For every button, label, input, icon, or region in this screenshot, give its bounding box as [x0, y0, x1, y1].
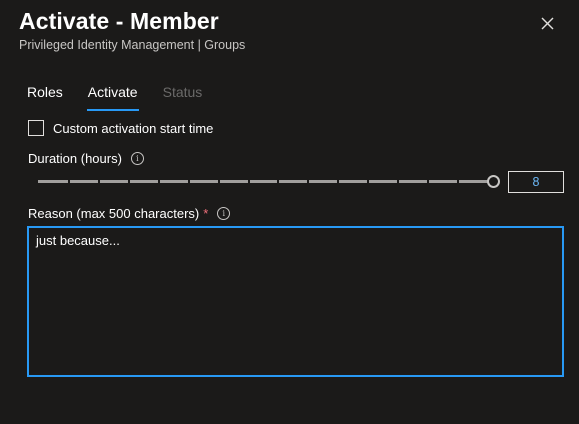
close-icon [541, 17, 554, 30]
reason-textarea[interactable]: just because... [27, 226, 564, 377]
slider-notch [247, 180, 250, 183]
reason-info-icon[interactable]: i [217, 207, 231, 220]
slider-thumb[interactable] [487, 175, 500, 188]
slider-notch [397, 180, 400, 183]
slider-notch [277, 180, 280, 183]
duration-info-icon[interactable]: i [130, 152, 144, 165]
duration-label-row: Duration (hours) i [28, 151, 144, 166]
reason-label-row: Reason (max 500 characters) * i [28, 206, 231, 221]
reason-label: Reason (max 500 characters) [28, 206, 200, 221]
slider-notches [38, 180, 500, 183]
slider-notch [67, 180, 70, 183]
custom-start-label: Custom activation start time [53, 120, 214, 136]
slider-notch [187, 180, 190, 183]
required-asterisk: * [203, 206, 209, 221]
slider-notch [457, 180, 460, 183]
tab-roles[interactable]: Roles [27, 84, 63, 108]
close-button[interactable] [538, 14, 558, 34]
duration-label: Duration (hours) [28, 151, 122, 166]
slider-notch [97, 180, 100, 183]
custom-start-checkbox[interactable] [28, 120, 44, 136]
activate-member-panel: Activate - Member Privileged Identity Ma… [0, 0, 579, 424]
tab-status: Status [162, 84, 203, 100]
panel-title: Activate - Member [19, 8, 219, 34]
slider-notch [367, 180, 370, 183]
duration-input[interactable]: 8 [508, 171, 564, 193]
custom-start-row: Custom activation start time [28, 120, 213, 136]
duration-slider[interactable] [38, 175, 500, 189]
slider-notch [337, 180, 340, 183]
tab-activate[interactable]: Activate [86, 84, 139, 111]
slider-notch [217, 180, 220, 183]
slider-notch [127, 180, 130, 183]
slider-notch [307, 180, 310, 183]
slider-notch [157, 180, 160, 183]
tab-bar: Roles Activate Status [27, 84, 227, 111]
slider-notch [427, 180, 430, 183]
panel-subtitle: Privileged Identity Management | Groups [19, 38, 246, 52]
